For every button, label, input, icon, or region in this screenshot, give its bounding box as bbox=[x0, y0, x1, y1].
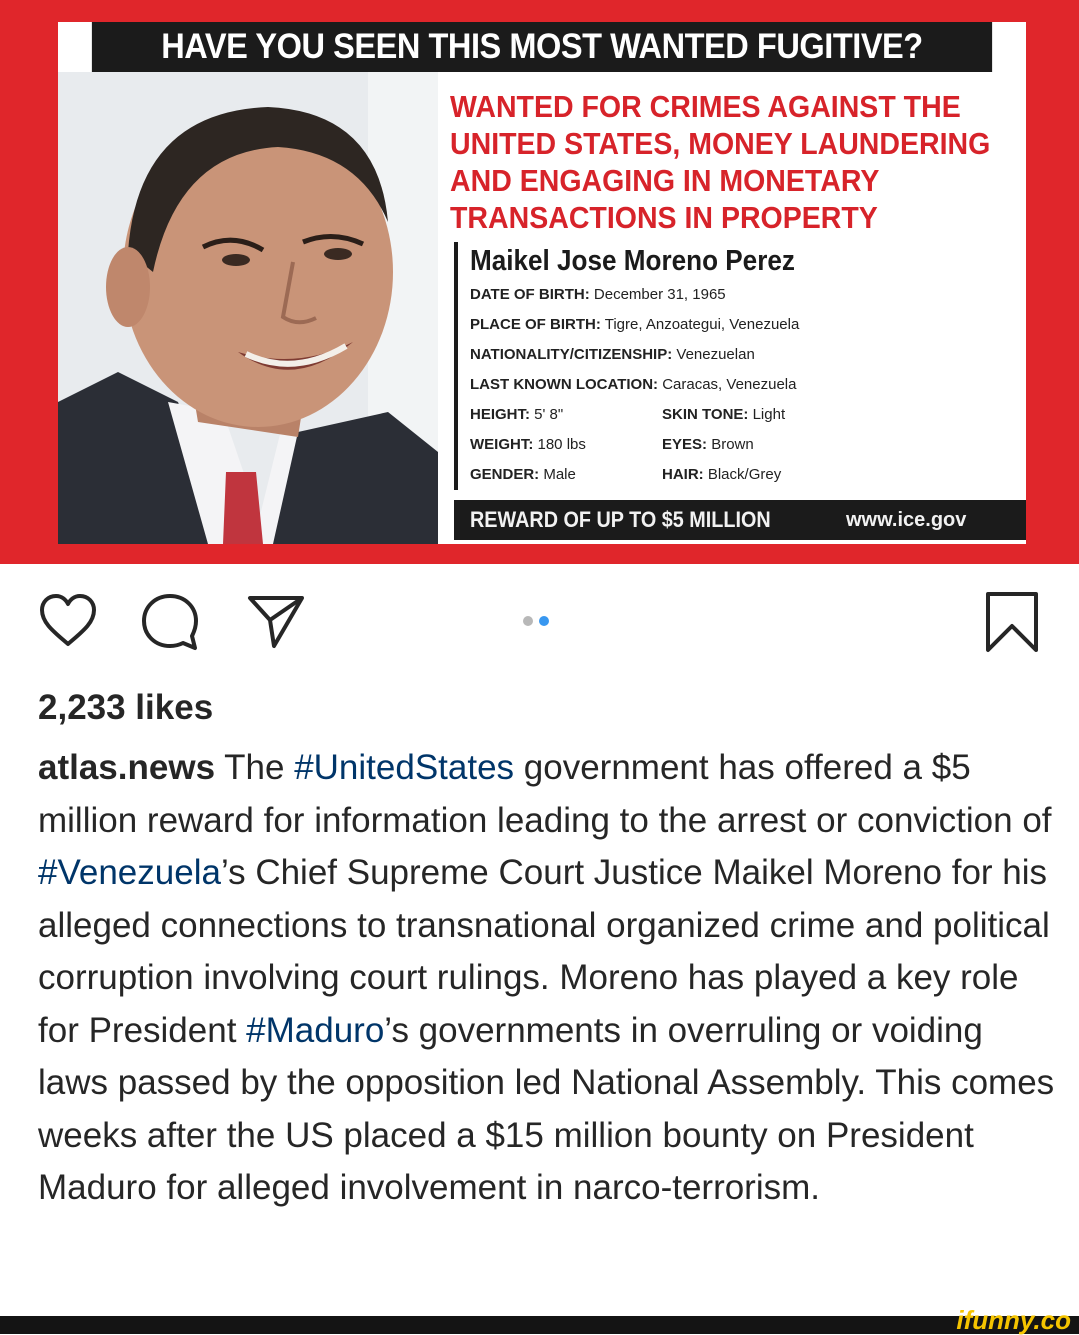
hashtag-link[interactable]: #UnitedStates bbox=[294, 748, 514, 787]
carousel-dot bbox=[523, 616, 533, 626]
weight-label: WEIGHT: bbox=[470, 436, 534, 453]
post-caption: atlas.news The #UnitedStates government … bbox=[38, 742, 1058, 1215]
post-image[interactable]: HAVE YOU SEEN THIS MOST WANTED FUGITIVE? bbox=[0, 0, 1079, 564]
wanted-poster: HAVE YOU SEEN THIS MOST WANTED FUGITIVE? bbox=[58, 22, 1026, 544]
comment-icon[interactable] bbox=[138, 590, 202, 654]
pob-label: PLACE OF BIRTH: bbox=[470, 316, 601, 333]
carousel-indicator bbox=[523, 614, 563, 628]
skin-value: Light bbox=[752, 406, 786, 423]
location-label: LAST KNOWN LOCATION: bbox=[470, 376, 659, 393]
dob-label: DATE OF BIRTH: bbox=[470, 286, 590, 303]
nationality-row: NATIONALITY/CITIZENSHIP: Venezuelan bbox=[470, 340, 940, 370]
dob-row: DATE OF BIRTH: December 31, 1965 bbox=[470, 280, 940, 310]
poster-headline: HAVE YOU SEEN THIS MOST WANTED FUGITIVE? bbox=[91, 22, 993, 72]
crime-line: UNITED STATES, MONEY LAUNDERING bbox=[450, 126, 991, 161]
pob-row: PLACE OF BIRTH: Tigre, Anzoategui, Venez… bbox=[470, 310, 940, 340]
gender-label: GENDER: bbox=[470, 466, 540, 483]
ifunny-watermark: ifunny.co bbox=[956, 1305, 1071, 1335]
height-label: HEIGHT: bbox=[470, 406, 530, 423]
dob-value: December 31, 1965 bbox=[593, 286, 726, 303]
eyes-value: Brown bbox=[711, 436, 754, 453]
fugitive-details: Maikel Jose Moreno Perez DATE OF BIRTH: … bbox=[454, 242, 940, 490]
nationality-value: Venezuelan bbox=[676, 346, 755, 363]
height-skin-row: HEIGHT: 5' 8" SKIN TONE: Light bbox=[470, 400, 940, 430]
eyes-label: EYES: bbox=[662, 436, 708, 453]
hair-value: Black/Grey bbox=[707, 466, 782, 483]
hair-label: HAIR: bbox=[662, 466, 704, 483]
weight-value: 180 lbs bbox=[537, 436, 586, 453]
watermark-bar bbox=[0, 1316, 1079, 1334]
wanted-for-text: WANTED FOR CRIMES AGAINST THE UNITED STA… bbox=[450, 88, 991, 236]
location-row: LAST KNOWN LOCATION: Caracas, Venezuela bbox=[470, 370, 940, 400]
username-link[interactable]: atlas.news bbox=[38, 748, 215, 787]
gender-value: Male bbox=[543, 466, 576, 483]
fugitive-name: Maikel Jose Moreno Perez bbox=[470, 245, 795, 277]
hashtag-link[interactable]: #Maduro bbox=[246, 1011, 384, 1050]
bookmark-icon[interactable] bbox=[980, 590, 1044, 654]
crime-line: AND ENGAGING IN MONETARY bbox=[450, 163, 880, 198]
weight-eyes-row: WEIGHT: 180 lbs EYES: Brown bbox=[470, 430, 940, 460]
nationality-label: NATIONALITY/CITIZENSHIP: bbox=[470, 346, 673, 363]
caption-text: The bbox=[215, 748, 295, 787]
reward-banner: REWARD OF UP TO $5 MILLION www.ice.gov bbox=[454, 500, 1026, 540]
fugitive-photo bbox=[58, 72, 438, 544]
reward-website: www.ice.gov bbox=[846, 509, 967, 531]
paper-plane-icon[interactable] bbox=[244, 590, 308, 654]
crime-line: TRANSACTIONS IN PROPERTY bbox=[450, 200, 878, 235]
height-value: 5' 8" bbox=[534, 406, 564, 423]
carousel-dot-active bbox=[539, 616, 549, 626]
crime-line: WANTED FOR CRIMES AGAINST THE bbox=[450, 89, 961, 124]
heart-icon[interactable] bbox=[36, 590, 100, 654]
gender-hair-row: GENDER: Male HAIR: Black/Grey bbox=[470, 460, 940, 490]
location-value: Caracas, Venezuela bbox=[662, 376, 797, 393]
pob-value: Tigre, Anzoategui, Venezuela bbox=[604, 316, 800, 333]
hashtag-link[interactable]: #Venezuela bbox=[38, 853, 221, 892]
skin-label: SKIN TONE: bbox=[662, 406, 749, 423]
likes-count[interactable]: 2,233 likes bbox=[38, 686, 213, 730]
reward-text: REWARD OF UP TO $5 MILLION bbox=[470, 507, 771, 532]
